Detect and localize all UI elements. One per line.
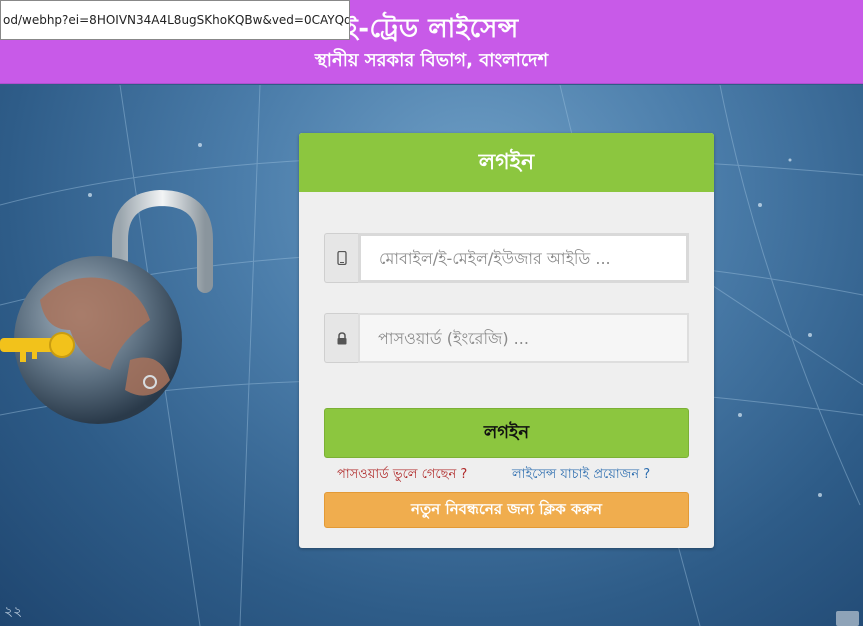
scroll-top-button[interactable] xyxy=(836,611,859,626)
forgot-password-link[interactable]: পাসওয়ার্ড ভুলে গেছেন ? xyxy=(337,465,467,486)
login-panel: লগইন লগইন পাসওয়ার্ড ভুলে গেছেন ? লাইসেন… xyxy=(299,133,714,548)
username-input-group xyxy=(324,233,689,283)
login-panel-heading: লগইন xyxy=(299,133,714,192)
mobile-icon xyxy=(324,233,358,283)
password-input[interactable] xyxy=(358,313,689,363)
login-button[interactable]: লগইন xyxy=(324,408,689,458)
username-input[interactable] xyxy=(358,233,689,283)
url-tooltip: od/webhp?ei=8HOIVN34A4L8ugSKhoKQBw&ved=0… xyxy=(0,0,350,40)
register-button[interactable]: নতুন নিবন্ধনের জন্য ক্লিক করুন xyxy=(324,492,689,528)
password-input-group xyxy=(324,313,689,363)
license-verify-link[interactable]: লাইসেন্স যাচাই প্রয়োজন ? xyxy=(512,465,650,486)
corner-mark: ২২ xyxy=(4,604,23,620)
globe-padlock-illustration xyxy=(0,189,230,430)
site-subtitle: স্থানীয় সরকার বিভাগ, বাংলাদেশ xyxy=(314,50,549,71)
lock-icon xyxy=(324,313,358,363)
